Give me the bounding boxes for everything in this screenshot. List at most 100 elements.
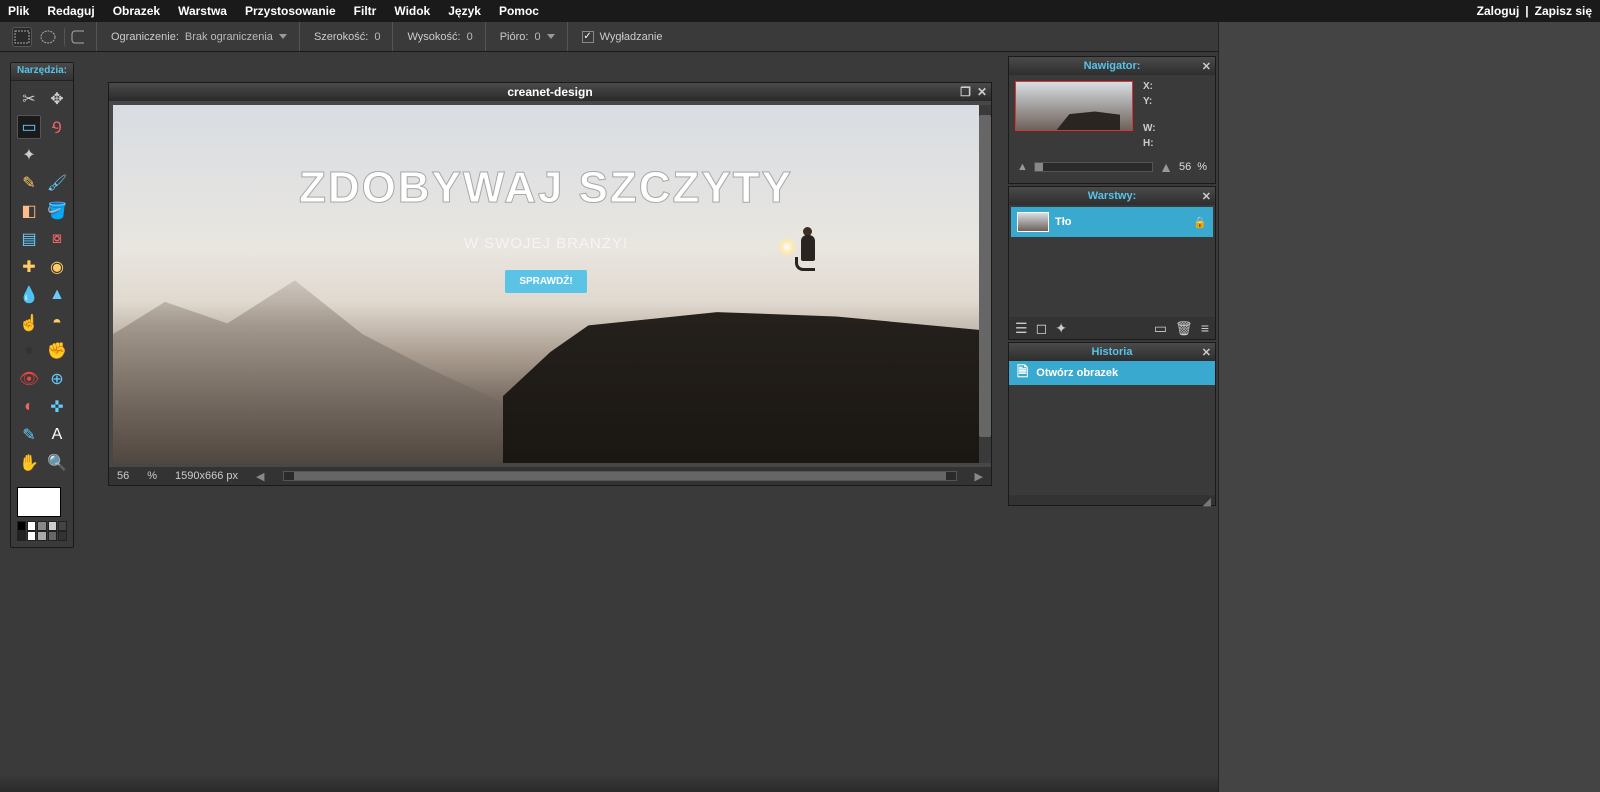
tools-panel-title: Narzędzia: — [11, 63, 73, 81]
tool-text[interactable]: A — [45, 423, 69, 447]
tool-bulge[interactable]: ◐ — [17, 395, 41, 419]
signup-link[interactable]: Zapisz się — [1535, 4, 1592, 18]
navigator-body: X: Y: W: H: — [1009, 75, 1215, 155]
layer-row[interactable]: Tło 🔒 — [1011, 207, 1213, 237]
maximize-icon[interactable]: ❐ — [960, 85, 971, 99]
height-value[interactable]: 0 — [467, 31, 473, 43]
tool-picker[interactable]: ✎ — [17, 423, 41, 447]
layers-close-icon[interactable]: ✕ — [1202, 190, 1211, 203]
feather-value[interactable]: 0 — [534, 31, 540, 43]
tool-gradient[interactable]: ▤ — [17, 227, 41, 251]
layer-menu-icon[interactable]: ≡ — [1201, 320, 1209, 337]
menu-redaguj[interactable]: Redaguj — [47, 4, 94, 18]
layer-settings-icon[interactable]: ☰ — [1015, 320, 1028, 337]
color-swatch[interactable] — [37, 521, 46, 531]
tool-lasso[interactable]: ݀Ꝯ — [45, 115, 69, 139]
tool-heal[interactable]: ◉ — [45, 255, 69, 279]
history-row[interactable]: 🗎 Otwórz obrazek — [1009, 361, 1215, 385]
tool-smudge[interactable]: ☝ — [17, 311, 41, 335]
menu-warstwa[interactable]: Warstwa — [178, 4, 227, 18]
hscroll-left-icon[interactable]: ◀ — [256, 470, 264, 483]
menu-jezyk[interactable]: Język — [448, 4, 481, 18]
tool-sponge[interactable]: ◓ — [45, 311, 69, 335]
lock-icon[interactable]: 🔒 — [1193, 216, 1207, 229]
tool-burn[interactable]: ✊ — [45, 339, 69, 363]
nav-spacer — [1143, 111, 1156, 119]
tool-marquee[interactable]: ▭ — [17, 115, 41, 139]
canvas-titlebar[interactable]: creanet-design ❐ ✕ — [109, 83, 991, 101]
canvas-vscrollbar[interactable] — [979, 105, 991, 463]
tool-pencil[interactable]: ✎ — [17, 171, 41, 195]
tool-stamp[interactable]: ⧇ — [45, 227, 69, 251]
history-title[interactable]: Historia ✕ — [1009, 343, 1215, 361]
nav-w-label: W: — [1143, 123, 1156, 134]
menu-filtr[interactable]: Filtr — [354, 4, 377, 18]
zoom-out-icon[interactable]: ▲ — [1017, 161, 1028, 173]
tool-sharpen[interactable]: ▲ — [45, 283, 69, 307]
color-swatch[interactable] — [48, 531, 57, 541]
tool-grid: ✂✥▭݀Ꝯ✦✎🖌◧🪣▤⧇✚◉💧▲☝◓●✊👁⊕◐✜✎A✋🔍 — [11, 81, 73, 481]
canvas-image[interactable]: ZDOBYWAJ SZCZYTY W SWOJEJ BRANŻY! SPRAWD… — [113, 105, 979, 463]
menu-widok[interactable]: Widok — [394, 4, 430, 18]
tool-crop[interactable]: ✂ — [17, 87, 41, 111]
tool-dodge[interactable]: ● — [17, 339, 41, 363]
history-close-icon[interactable]: ✕ — [1202, 346, 1211, 359]
layer-mask-icon[interactable]: ◻ — [1036, 320, 1048, 337]
layer-delete-icon[interactable]: 🗑 — [1175, 320, 1193, 337]
login-link[interactable]: Zaloguj — [1477, 4, 1520, 18]
foreground-swatch[interactable] — [17, 487, 61, 517]
resize-grip[interactable]: ◢ — [1009, 495, 1215, 505]
tool-eraser[interactable]: ◧ — [17, 199, 41, 223]
canvas-body[interactable]: ZDOBYWAJ SZCZYTY W SWOJEJ BRANŻY! SPRAWD… — [109, 101, 991, 467]
tool-hand[interactable]: ✋ — [17, 451, 41, 475]
color-swatch[interactable] — [58, 531, 67, 541]
layers-body: Tło 🔒 — [1009, 205, 1215, 317]
color-swatch[interactable] — [17, 521, 26, 531]
menu-obrazek[interactable]: Obrazek — [113, 4, 160, 18]
canvas-hscrollbar[interactable] — [283, 471, 957, 481]
menu-pomoc[interactable]: Pomoc — [499, 4, 539, 18]
menu-przystosowanie[interactable]: Przystosowanie — [245, 4, 336, 18]
layers-panel: Warstwy: ✕ Tło 🔒 ☰ ◻ ✦ ▭ 🗑 ≡ — [1008, 186, 1216, 340]
feather-dropdown-icon[interactable] — [547, 34, 555, 39]
color-swatch[interactable] — [48, 521, 57, 531]
color-swatch[interactable] — [17, 531, 26, 541]
close-icon[interactable]: ✕ — [977, 85, 987, 99]
tool-spot[interactable]: ⊕ — [45, 367, 69, 391]
tool-zoom[interactable]: 🔍 — [45, 451, 69, 475]
constraint-value[interactable]: Brak ograniczenia — [185, 31, 273, 43]
marquee-rounded-icon[interactable] — [64, 27, 84, 47]
marquee-ellipse-icon[interactable] — [38, 27, 58, 47]
tool-move[interactable]: ✥ — [45, 87, 69, 111]
layer-fx-icon[interactable]: ✦ — [1055, 320, 1067, 337]
tool-bucket[interactable]: 🪣 — [45, 199, 69, 223]
color-swatch[interactable] — [27, 521, 36, 531]
tool-wand[interactable]: ✦ — [17, 143, 41, 167]
layers-title[interactable]: Warstwy: ✕ — [1009, 187, 1215, 205]
tool-brush[interactable]: 🖌 — [45, 171, 69, 195]
zoom-in-icon[interactable]: ▲ — [1159, 159, 1173, 175]
tool-redeye[interactable]: 👁 — [17, 367, 41, 391]
hscroll-right-icon[interactable]: ▶ — [975, 470, 983, 483]
navigator-title[interactable]: Nawigator: ✕ — [1009, 57, 1215, 75]
marquee-rect-icon[interactable] — [12, 27, 32, 47]
layer-thumbnail[interactable] — [1017, 212, 1049, 232]
constraint-dropdown-icon[interactable] — [279, 34, 287, 39]
color-swatch[interactable] — [37, 531, 46, 541]
color-swatch[interactable] — [58, 521, 67, 531]
layer-new-icon[interactable]: ▭ — [1154, 320, 1167, 337]
color-swatch[interactable] — [27, 531, 36, 541]
tool-repair[interactable]: ✚ — [17, 255, 41, 279]
zoom-pct-symbol: % — [147, 470, 157, 482]
zoom-slider-track[interactable] — [1034, 162, 1153, 172]
width-value[interactable]: 0 — [374, 31, 380, 43]
menu-plik[interactable]: Plik — [8, 4, 29, 18]
navigator-close-icon[interactable]: ✕ — [1202, 60, 1211, 73]
navigator-thumbnail[interactable] — [1015, 81, 1133, 131]
tool-empty1[interactable] — [45, 143, 69, 167]
zoom-value[interactable]: 56 — [117, 470, 129, 482]
antialias-checkbox[interactable]: ✓ — [582, 31, 594, 43]
tool-pinch[interactable]: ✜ — [45, 395, 69, 419]
tool-blur[interactable]: 💧 — [17, 283, 41, 307]
nav-zoom-value[interactable]: 56 — [1179, 161, 1191, 173]
